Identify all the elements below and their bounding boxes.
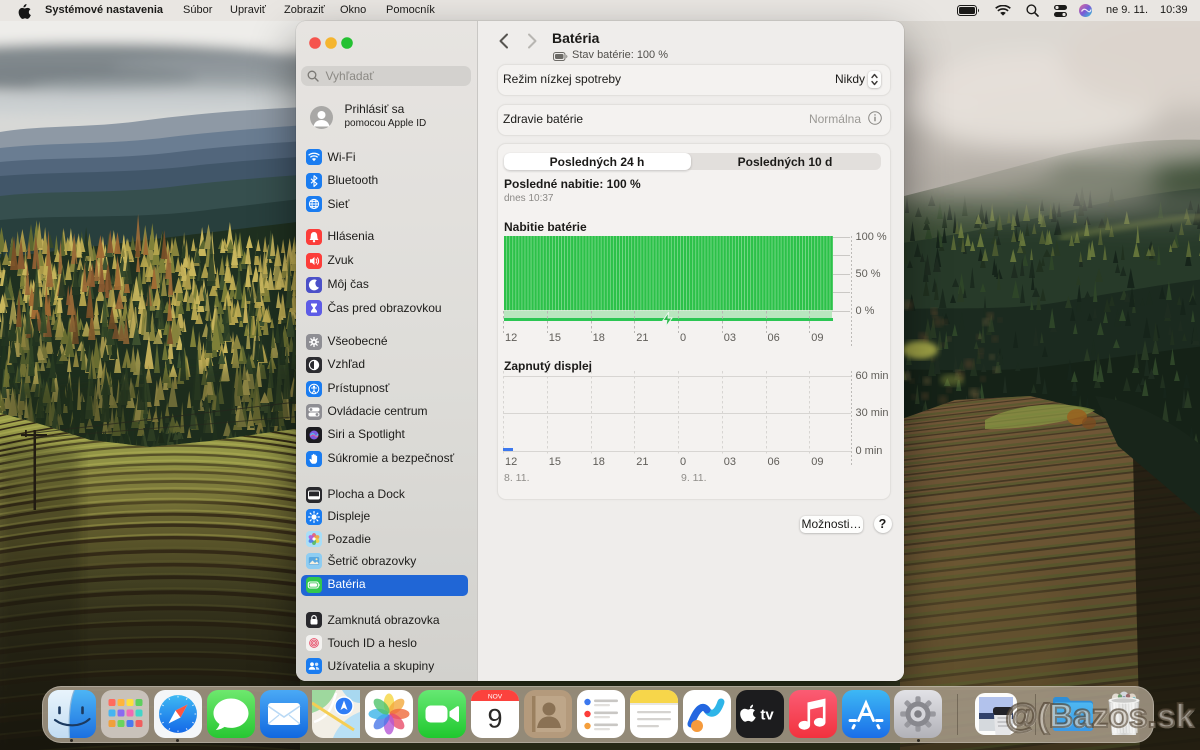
svg-text:9: 9 bbox=[487, 704, 502, 734]
svg-text:tv: tv bbox=[760, 707, 774, 724]
svg-text:NOV: NOV bbox=[488, 693, 503, 700]
